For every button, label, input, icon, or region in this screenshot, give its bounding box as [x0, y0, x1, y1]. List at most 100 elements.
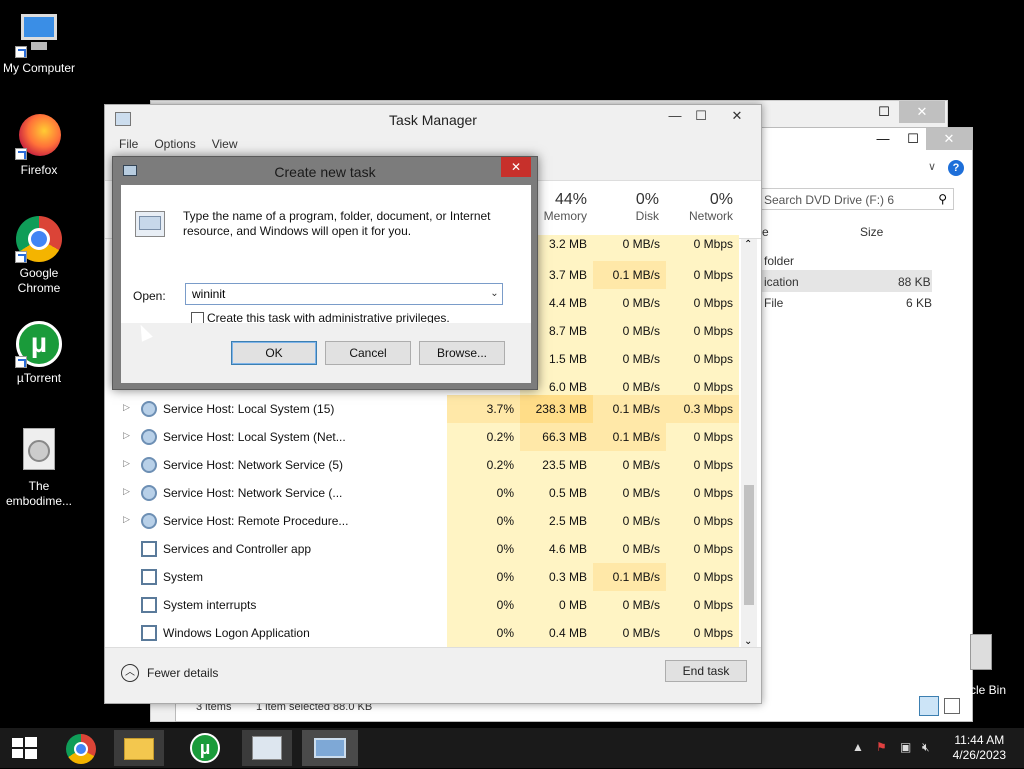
windows-logo-icon — [12, 737, 37, 759]
menu-options[interactable]: Options — [154, 137, 195, 151]
search-icon: ⚲ — [938, 192, 947, 206]
search-box[interactable]: Search DVD Drive (F:) 6 ⚲ — [761, 188, 954, 210]
action-center-icon[interactable]: ⚑ — [876, 740, 887, 754]
taskbar-utorrent[interactable]: µ — [180, 730, 230, 766]
scroll-thumb[interactable] — [744, 485, 754, 605]
close-icon[interactable]: ✕ — [899, 101, 945, 123]
show-hidden-icons[interactable]: ▲ — [852, 740, 864, 754]
browse-button[interactable]: Browse... — [419, 341, 505, 365]
close-button[interactable]: ✕ — [715, 105, 759, 127]
net-cell: 0 Mbps — [666, 535, 739, 563]
net-cell: 0 Mbps — [666, 345, 739, 373]
maximize-icon[interactable]: ☐ — [869, 101, 899, 123]
net-cell: 0 Mbps — [666, 619, 739, 647]
table-row[interactable]: ▷ Service Host: Remote Procedure... 0% 2… — [105, 507, 741, 535]
close-icon[interactable]: ✕ — [926, 128, 972, 150]
desktop-icon-chrome[interactable]: Google Chrome — [0, 215, 78, 296]
end-task-button[interactable]: End task — [665, 660, 747, 682]
table-row[interactable]: System interrupts 0% 0 MB 0 MB/s 0 Mbps — [105, 591, 741, 619]
file-row-1[interactable]: folder — [764, 254, 794, 268]
desktop-icon-label: Google Chrome — [17, 266, 61, 295]
menu-view[interactable]: View — [212, 137, 238, 151]
dialog-close-button[interactable]: ✕ — [501, 157, 531, 177]
net-cell: 0 Mbps — [666, 563, 739, 591]
desktop-icon-firefox[interactable]: Firefox — [0, 112, 78, 178]
network-icon[interactable]: ▣ — [900, 740, 911, 754]
minimize-icon[interactable]: — — [868, 128, 898, 150]
recycle-bin-icon[interactable] — [966, 632, 994, 676]
cpu-cell: 0% — [447, 619, 520, 647]
process-name: Service Host: Local System (15) — [163, 402, 335, 416]
table-row[interactable]: Windows Logon Application 0% 0.4 MB 0 MB… — [105, 619, 741, 647]
details-view-icon[interactable] — [919, 696, 939, 716]
desktop-icon-embodiment[interactable]: The embodime... — [0, 428, 78, 509]
expand-icon[interactable]: ▷ — [123, 514, 130, 525]
table-row[interactable]: ▷ Service Host: Local System (Net... 0.2… — [105, 423, 741, 451]
disk-cell: 0.1 MB/s — [593, 261, 666, 289]
col-name-partial: e — [762, 225, 769, 239]
fewer-details-button[interactable]: ︿ Fewer details — [121, 664, 218, 682]
file-row-2-name: ication — [764, 275, 799, 289]
chevron-down-icon[interactable]: ⌄ — [487, 284, 502, 304]
table-row[interactable]: Services and Controller app 0% 4.6 MB 0 … — [105, 535, 741, 563]
disk-label: Disk — [635, 209, 659, 223]
large-icons-view-icon[interactable] — [944, 698, 960, 714]
network-label: Network — [688, 209, 733, 223]
scroll-up-icon[interactable]: ⌃ — [744, 239, 752, 250]
table-row[interactable]: ▷ Service Host: Local System (15) 3.7% 2… — [105, 395, 741, 423]
folder-icon — [124, 738, 154, 760]
cpu-cell: 0% — [447, 535, 520, 563]
desktop-icon-utorrent[interactable]: µ µTorrent — [0, 320, 78, 386]
disk-cell: 0 MB/s — [593, 317, 666, 345]
mem-cell: 23.5 MB — [520, 451, 593, 479]
expand-icon[interactable]: ▷ — [123, 402, 130, 413]
file-row-3-name[interactable]: File — [764, 296, 783, 310]
scroll-down-icon[interactable]: ⌄ — [744, 636, 752, 647]
process-name: Service Host: Remote Procedure... — [163, 514, 349, 528]
file-row-3-size: 6 KB — [906, 296, 933, 310]
col-memory[interactable]: 44% Memory — [535, 191, 587, 223]
expand-icon[interactable]: ▷ — [123, 430, 130, 441]
maximize-icon[interactable]: ☐ — [898, 128, 928, 150]
chevron-up-icon: ︿ — [121, 664, 139, 682]
expand-icon[interactable]: ▷ — [123, 486, 130, 497]
volume-muted-icon[interactable]: 🔇︎ — [922, 740, 930, 755]
net-cell: 0 Mbps — [666, 479, 739, 507]
chevron-down-icon[interactable]: ∨ — [928, 160, 936, 173]
mem-cell: 66.3 MB — [520, 423, 593, 451]
minimize-button[interactable]: — — [661, 105, 689, 127]
dialog-titlebar[interactable]: Create new task ✕ — [113, 157, 537, 185]
expand-icon[interactable]: ▷ — [123, 458, 130, 469]
desktop-icon-my-computer[interactable]: My Computer — [0, 10, 78, 76]
maximize-button[interactable]: ☐ — [687, 105, 715, 127]
ok-button[interactable]: OK — [231, 341, 317, 365]
taskbar-file-explorer[interactable] — [114, 730, 164, 766]
table-row[interactable]: System 0% 0.3 MB 0.1 MB/s 0 Mbps — [105, 563, 741, 591]
col-network[interactable]: 0% Network — [675, 191, 733, 223]
start-button[interactable] — [0, 730, 48, 766]
system-clock[interactable]: 11:44 AM 4/26/2023 — [953, 733, 1006, 763]
task-manager-titlebar[interactable]: Task Manager — ☐ ✕ — [105, 105, 761, 133]
cpu-cell: 0% — [447, 507, 520, 535]
mem-cell: 0.4 MB — [520, 619, 593, 647]
help-icon[interactable]: ? — [948, 160, 964, 176]
desktop-icon-label: Firefox — [20, 163, 58, 177]
taskbar-task-manager[interactable] — [242, 730, 292, 766]
col-disk[interactable]: 0% Disk — [605, 191, 659, 223]
vertical-scrollbar[interactable]: ⌃ ⌄ — [741, 239, 757, 647]
taskbar-chrome[interactable] — [56, 730, 106, 766]
mem-cell: 0.5 MB — [520, 479, 593, 507]
utorrent-icon: µ — [15, 320, 63, 368]
col-size-header[interactable]: Size — [860, 225, 883, 239]
net-cell: 0 Mbps — [666, 261, 739, 289]
cancel-button[interactable]: Cancel — [325, 341, 411, 365]
open-input[interactable] — [185, 283, 503, 305]
create-new-task-dialog[interactable]: Create new task ✕ Type the name of a pro… — [112, 156, 538, 390]
table-row[interactable]: ▷ Service Host: Network Service (... 0% … — [105, 479, 741, 507]
taskbar-run[interactable] — [302, 730, 358, 766]
app-window-icon — [141, 597, 157, 613]
process-name: Service Host: Local System (Net... — [163, 430, 346, 444]
search-input[interactable]: Search DVD Drive (F:) 6 — [764, 193, 894, 207]
table-row[interactable]: ▷ Service Host: Network Service (5) 0.2%… — [105, 451, 741, 479]
menu-file[interactable]: File — [119, 137, 138, 151]
